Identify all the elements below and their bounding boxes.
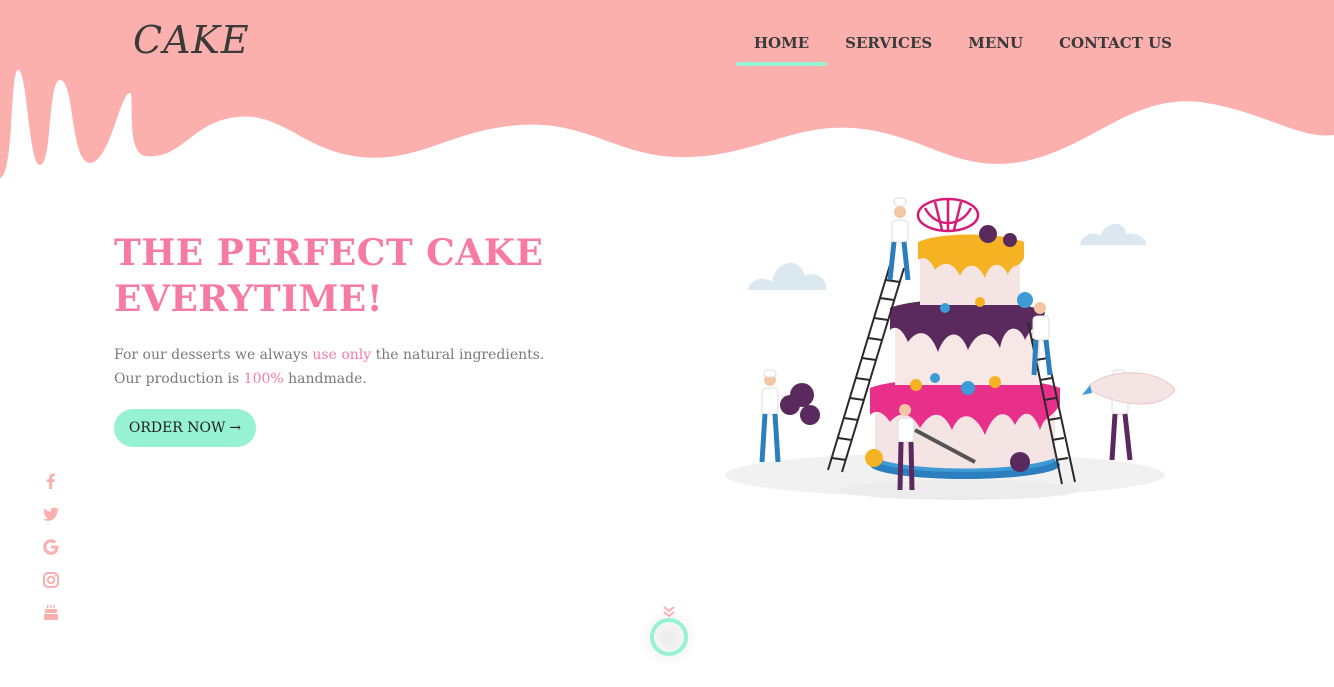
cake-icon[interactable] [42, 604, 60, 622]
twitter-icon[interactable] [42, 505, 60, 523]
social-links [42, 472, 62, 637]
nav-contact-us[interactable]: CONTACT US [1041, 30, 1190, 56]
nav-menu[interactable]: MENU [950, 30, 1041, 56]
hero-headline: THE PERFECT CAKE EVERYTIME! [114, 230, 634, 322]
arrow-right-icon: → [229, 420, 242, 436]
desc-text-4: handmade. [283, 371, 367, 387]
order-now-label: ORDER NOW [128, 420, 226, 436]
desc-highlight-100: 100% [243, 371, 284, 387]
main-nav: HOME SERVICES MENU CONTACT US [735, 30, 1190, 66]
headline-line-1: THE PERFECT CAKE [114, 232, 544, 274]
headline-line-2: EVERYTIME! [114, 278, 384, 320]
desc-highlight-use-only: use only [312, 347, 372, 363]
google-icon[interactable] [42, 538, 60, 556]
facebook-icon[interactable] [42, 472, 60, 490]
order-now-button[interactable]: ORDER NOW → [114, 409, 256, 447]
nav-services[interactable]: SERVICES [827, 30, 950, 56]
desc-text-1: For our desserts we always [114, 347, 313, 363]
site-logo[interactable]: CAKE [133, 18, 250, 62]
desc-text-3: Our production is [114, 371, 244, 387]
cake-illustration [725, 197, 1176, 500]
instagram-icon[interactable] [42, 571, 60, 589]
hero-description: For our desserts we always use only the … [114, 343, 584, 391]
scroll-down-indicator[interactable] [639, 604, 699, 674]
desc-text-2: the natural ingredients. [371, 347, 545, 363]
nav-home[interactable]: HOME [735, 30, 828, 66]
